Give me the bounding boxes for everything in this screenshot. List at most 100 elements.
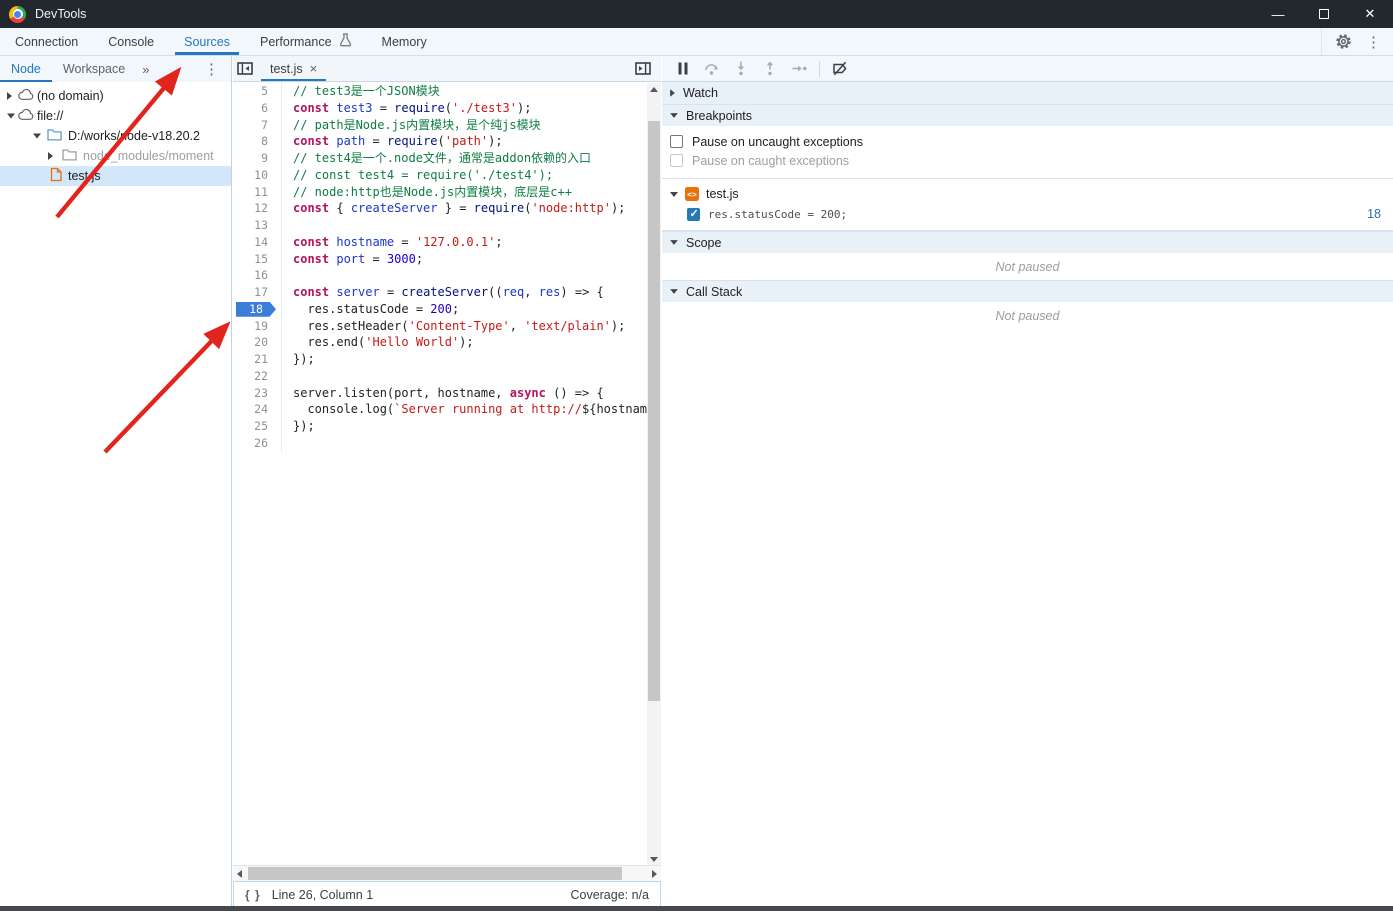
line-number[interactable]: 13 (233, 217, 281, 234)
line-number[interactable]: 26 (233, 435, 281, 452)
expanded-triangle-icon[interactable] (7, 114, 15, 119)
breakpoint-checkbox[interactable] (687, 208, 700, 221)
tree-item--no-domain-[interactable]: (no domain) (0, 86, 231, 106)
tab-connection[interactable]: Connection (0, 28, 93, 55)
code-text (281, 435, 647, 452)
navigator-tab-workspace[interactable]: Workspace (52, 56, 136, 82)
collapsed-triangle-icon[interactable] (7, 92, 12, 100)
tab-sources[interactable]: Sources (169, 28, 245, 55)
code-line-6[interactable]: 6const test3 = require('./test3'); (233, 100, 647, 117)
code-line-16[interactable]: 16 (233, 267, 647, 284)
code-line-14[interactable]: 14const hostname = '127.0.0.1'; (233, 234, 647, 251)
collapsed-triangle-icon[interactable] (48, 152, 53, 160)
breakpoint-entry[interactable]: res.statusCode = 200;18 (662, 204, 1393, 224)
pause-script-icon[interactable] (674, 61, 692, 77)
line-number[interactable]: 15 (233, 251, 281, 268)
code-line-5[interactable]: 5// test3是一个JSON模块 (233, 83, 647, 100)
line-number[interactable]: 19 (233, 318, 281, 335)
expanded-triangle-icon[interactable] (33, 134, 41, 139)
tab-performance[interactable]: Performance (245, 28, 367, 55)
code-line-25[interactable]: 25}); (233, 418, 647, 435)
scroll-down-icon[interactable] (647, 853, 661, 865)
navigator-tab-node[interactable]: Node (0, 56, 52, 82)
editor-horizontal-scrollbar[interactable] (233, 865, 661, 881)
breakpoint-file-header[interactable]: <>test.js (662, 184, 1393, 204)
tree-item-label: test.js (68, 169, 101, 183)
code-line-18[interactable]: 18 res.statusCode = 200; (233, 301, 647, 318)
folder-icon (47, 128, 62, 144)
code-line-12[interactable]: 12const { createServer } = require('node… (233, 200, 647, 217)
navigator-menu-icon[interactable]: ⋮ (204, 56, 231, 82)
line-number[interactable]: 16 (233, 267, 281, 284)
tree-item-node-modules-moment[interactable]: node_modules/moment (0, 146, 231, 166)
more-options-icon[interactable]: ⋮ (1366, 33, 1381, 51)
breakpoints-section-header[interactable]: Breakpoints (662, 104, 1393, 126)
code-line-17[interactable]: 17const server = createServer((req, res)… (233, 284, 647, 301)
call-stack-section-header[interactable]: Call Stack (662, 280, 1393, 302)
line-number[interactable]: 6 (233, 100, 281, 117)
close-button[interactable]: ✕ (1347, 0, 1393, 28)
tab-memory[interactable]: Memory (367, 28, 442, 55)
option-pause-on-caught-exceptions[interactable]: Pause on caught exceptions (662, 151, 1393, 170)
hide-navigator-icon[interactable] (233, 56, 257, 81)
scope-section-header[interactable]: Scope (662, 231, 1393, 253)
minimize-button[interactable]: — (1255, 0, 1301, 28)
tree-item-file-[interactable]: file:// (0, 106, 231, 126)
code-line-19[interactable]: 19 res.setHeader('Content-Type', 'text/p… (233, 318, 647, 335)
code-editor[interactable]: 5// test3是一个JSON模块6const test3 = require… (233, 83, 647, 865)
code-line-9[interactable]: 9// test4是一个.node文件，通常是addon依赖的入口 (233, 150, 647, 167)
line-number[interactable]: 25 (233, 418, 281, 435)
more-tabs-chevron-icon[interactable]: » (136, 56, 155, 82)
line-number[interactable]: 14 (233, 234, 281, 251)
code-line-15[interactable]: 15const port = 3000; (233, 251, 647, 268)
window-bottom-edge (0, 906, 1393, 911)
line-number[interactable]: 12 (233, 200, 281, 217)
line-number[interactable]: 11 (233, 184, 281, 201)
code-text (281, 368, 647, 385)
line-number[interactable]: 5 (233, 83, 281, 100)
breakpoint-marker[interactable]: 18 (236, 302, 276, 317)
code-line-11[interactable]: 11// node:http也是Node.js内置模块，底层是c++ (233, 184, 647, 201)
line-number[interactable]: 24 (233, 401, 281, 418)
scroll-left-icon[interactable] (233, 866, 246, 881)
show-debugger-icon[interactable] (631, 56, 655, 81)
code-line-7[interactable]: 7// path是Node.js内置模块，是个纯js模块 (233, 117, 647, 134)
editor-vertical-scrollbar[interactable] (647, 83, 661, 865)
tab-close-icon[interactable]: × (310, 62, 318, 75)
line-number[interactable]: 22 (233, 368, 281, 385)
watch-section-header[interactable]: Watch (662, 82, 1393, 104)
scroll-up-icon[interactable] (647, 83, 661, 95)
code-line-26[interactable]: 26 (233, 435, 647, 452)
code-line-21[interactable]: 21}); (233, 351, 647, 368)
code-line-24[interactable]: 24 console.log(`Server running at http:/… (233, 401, 647, 418)
pretty-print-icon[interactable]: { } (245, 888, 261, 902)
line-number[interactable]: 9 (233, 150, 281, 167)
editor-tab-testjs[interactable]: test.js × (261, 56, 326, 81)
tab-console[interactable]: Console (93, 28, 169, 55)
checkbox[interactable] (670, 135, 683, 148)
line-number[interactable]: 17 (233, 284, 281, 301)
horizontal-scroll-thumb[interactable] (248, 867, 622, 880)
scroll-right-icon[interactable] (648, 866, 661, 881)
code-line-22[interactable]: 22 (233, 368, 647, 385)
breakpoint-gutter[interactable]: 18 (233, 301, 281, 318)
line-number[interactable]: 10 (233, 167, 281, 184)
line-number[interactable]: 23 (233, 385, 281, 402)
deactivate-breakpoints-icon[interactable] (831, 61, 849, 77)
option-pause-on-uncaught-exceptions[interactable]: Pause on uncaught exceptions (662, 132, 1393, 151)
code-line-13[interactable]: 13 (233, 217, 647, 234)
code-line-20[interactable]: 20 res.end('Hello World'); (233, 334, 647, 351)
line-number[interactable]: 8 (233, 133, 281, 150)
settings-gear-icon[interactable] (1334, 34, 1352, 50)
debugger-sidebar: Watch Breakpoints Pause on uncaught exce… (662, 56, 1393, 911)
maximize-button[interactable] (1301, 0, 1347, 28)
tree-item-d-works-node-v18-20-2[interactable]: D:/works/node-v18.20.2 (0, 126, 231, 146)
line-number[interactable]: 21 (233, 351, 281, 368)
tree-item-test-js[interactable]: test.js (0, 166, 231, 186)
code-line-23[interactable]: 23server.listen(port, hostname, async ()… (233, 385, 647, 402)
code-line-10[interactable]: 10// const test4 = require('./test4'); (233, 167, 647, 184)
line-number[interactable]: 7 (233, 117, 281, 134)
vertical-scroll-thumb[interactable] (648, 121, 660, 701)
line-number[interactable]: 20 (233, 334, 281, 351)
code-line-8[interactable]: 8const path = require('path'); (233, 133, 647, 150)
